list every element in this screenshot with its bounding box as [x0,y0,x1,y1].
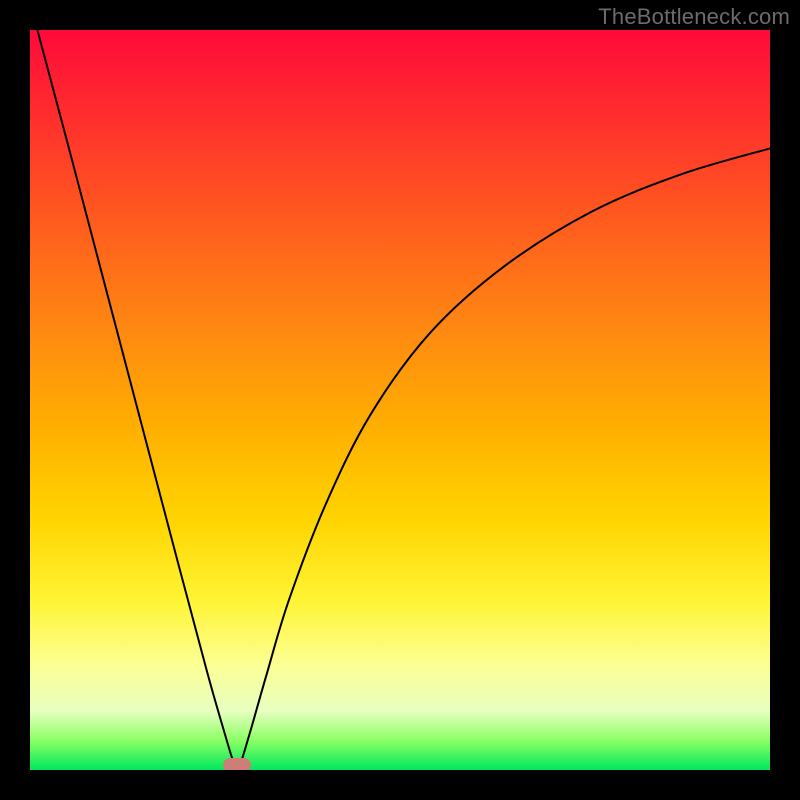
watermark-text: TheBottleneck.com [598,4,790,30]
curve-group [37,30,770,765]
curve-right-branch [240,148,770,764]
curve-left-branch [37,30,234,765]
bottleneck-curve [30,30,770,770]
plot-area [30,30,770,770]
chart-frame: TheBottleneck.com [0,0,800,800]
minimum-marker [223,758,251,770]
